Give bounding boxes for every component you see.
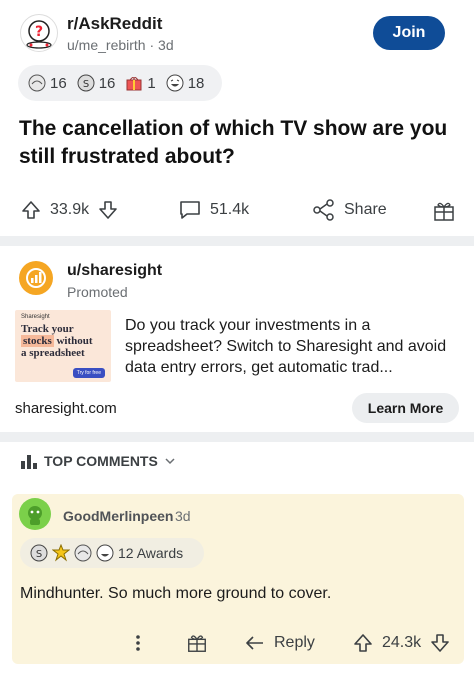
award-count: 18: [187, 74, 205, 92]
ad-thumbnail[interactable]: Sharesight Track your stocks without a s…: [15, 310, 111, 382]
award-count: 1: [147, 74, 156, 92]
join-button[interactable]: Join: [373, 16, 445, 50]
sharesight-logo-icon: [26, 268, 46, 288]
post-actions: 33.9k 51.4k Share: [0, 193, 474, 229]
askreddit-icon: ?: [26, 20, 52, 49]
gold-award-icon: [52, 544, 70, 562]
ad-image-line2: stocks without: [21, 335, 105, 347]
silver-coin-award-icon: S: [77, 74, 95, 92]
commenter-avatar[interactable]: [19, 498, 51, 530]
chevron-down-icon: [165, 458, 175, 465]
award-button[interactable]: [432, 199, 456, 223]
subreddit-name[interactable]: r/AskReddit: [67, 14, 162, 34]
laughing-award-icon: [166, 74, 184, 92]
post-author[interactable]: u/me_rebirth: [67, 37, 146, 53]
ad-image-headline: Track your stocks without a spreadsheet: [21, 323, 105, 359]
comment-body: Mindhunter. So much more ground to cover…: [20, 585, 332, 602]
post-age: 3d: [158, 37, 174, 53]
snoo-avatar-icon: [28, 506, 42, 525]
ad-image-line1: Track your: [21, 323, 74, 335]
award-count: 16: [50, 74, 67, 92]
downvote-icon[interactable]: [429, 632, 451, 654]
comment-score: 24.3k: [382, 634, 422, 651]
award-item: S 16: [77, 74, 116, 92]
downvote-icon[interactable]: [97, 199, 119, 221]
comment-bubble-icon: [180, 201, 200, 219]
post-meta: u/me_rebirth · 3d: [67, 37, 174, 53]
ad-image-cta: Try for free: [72, 368, 105, 378]
meta-separator: ·: [149, 37, 155, 53]
award-item: 16: [28, 74, 67, 92]
laughing-award-icon: [96, 544, 114, 562]
share-label: Share: [344, 201, 387, 218]
advertiser-name[interactable]: u/sharesight: [67, 262, 162, 280]
ad-image-highlight: stocks: [21, 335, 54, 347]
section-divider: [0, 236, 474, 246]
post-awards[interactable]: 16 S 16 1 18: [18, 65, 222, 101]
award-count: 16: [98, 74, 116, 92]
promoted-label: Promoted: [67, 284, 128, 300]
hands-award-icon: [28, 74, 46, 92]
comment-count: 51.4k: [210, 201, 250, 218]
advertiser-avatar[interactable]: [19, 261, 53, 295]
comment-awards[interactable]: S 12 Awards: [20, 538, 204, 568]
svg-text:S: S: [36, 549, 42, 560]
sort-label: TOP COMMENTS: [44, 453, 158, 469]
award-item: 18: [166, 74, 205, 92]
kebab-menu-icon: [136, 635, 140, 651]
comment-vote-control: 24.3k: [352, 632, 451, 654]
comment-actions: Reply 24.3k: [0, 630, 474, 660]
svg-text:?: ?: [35, 24, 43, 40]
comment-sort[interactable]: TOP COMMENTS: [20, 452, 176, 470]
gift-award-icon: [126, 77, 142, 91]
svg-text:S: S: [83, 79, 89, 90]
ad-body[interactable]: Do you track your investments in a sprea…: [125, 315, 465, 378]
reply-arrow-icon: [246, 636, 263, 650]
subreddit-avatar[interactable]: ?: [20, 14, 58, 52]
upvote-icon[interactable]: [352, 632, 374, 654]
silver-coin-award-icon: S: [30, 544, 48, 562]
share-button[interactable]: Share: [312, 199, 387, 221]
top-sort-icon: [21, 455, 37, 469]
vote-control: 33.9k: [20, 199, 119, 221]
upvote-icon[interactable]: [20, 199, 42, 221]
hands-award-icon: [74, 544, 92, 562]
learn-more-button[interactable]: Learn More: [352, 393, 459, 423]
gift-icon: [188, 635, 206, 652]
comment-author[interactable]: GoodMerlinpeen: [63, 508, 173, 524]
ad-image-line2-rest: without: [53, 335, 93, 347]
section-divider: [0, 432, 474, 442]
ad-image-line3: a spreadsheet: [21, 347, 85, 359]
more-options-button[interactable]: [130, 632, 146, 654]
comment-award-button[interactable]: [186, 632, 208, 654]
ad-image-brand: Sharesight: [21, 314, 50, 320]
post-title[interactable]: The cancellation of which TV show are yo…: [19, 115, 459, 171]
ad-domain[interactable]: sharesight.com: [15, 400, 117, 417]
comment-age: 3d: [175, 508, 191, 524]
gift-icon: [434, 202, 454, 221]
awards-count-label: 12 Awards: [118, 545, 184, 561]
award-item: 1: [125, 74, 156, 92]
reply-label: Reply: [274, 634, 315, 651]
upvote-count: 33.9k: [50, 201, 90, 218]
share-icon: [313, 199, 334, 221]
comments-button[interactable]: 51.4k: [178, 199, 249, 221]
reply-button[interactable]: Reply: [244, 632, 315, 654]
